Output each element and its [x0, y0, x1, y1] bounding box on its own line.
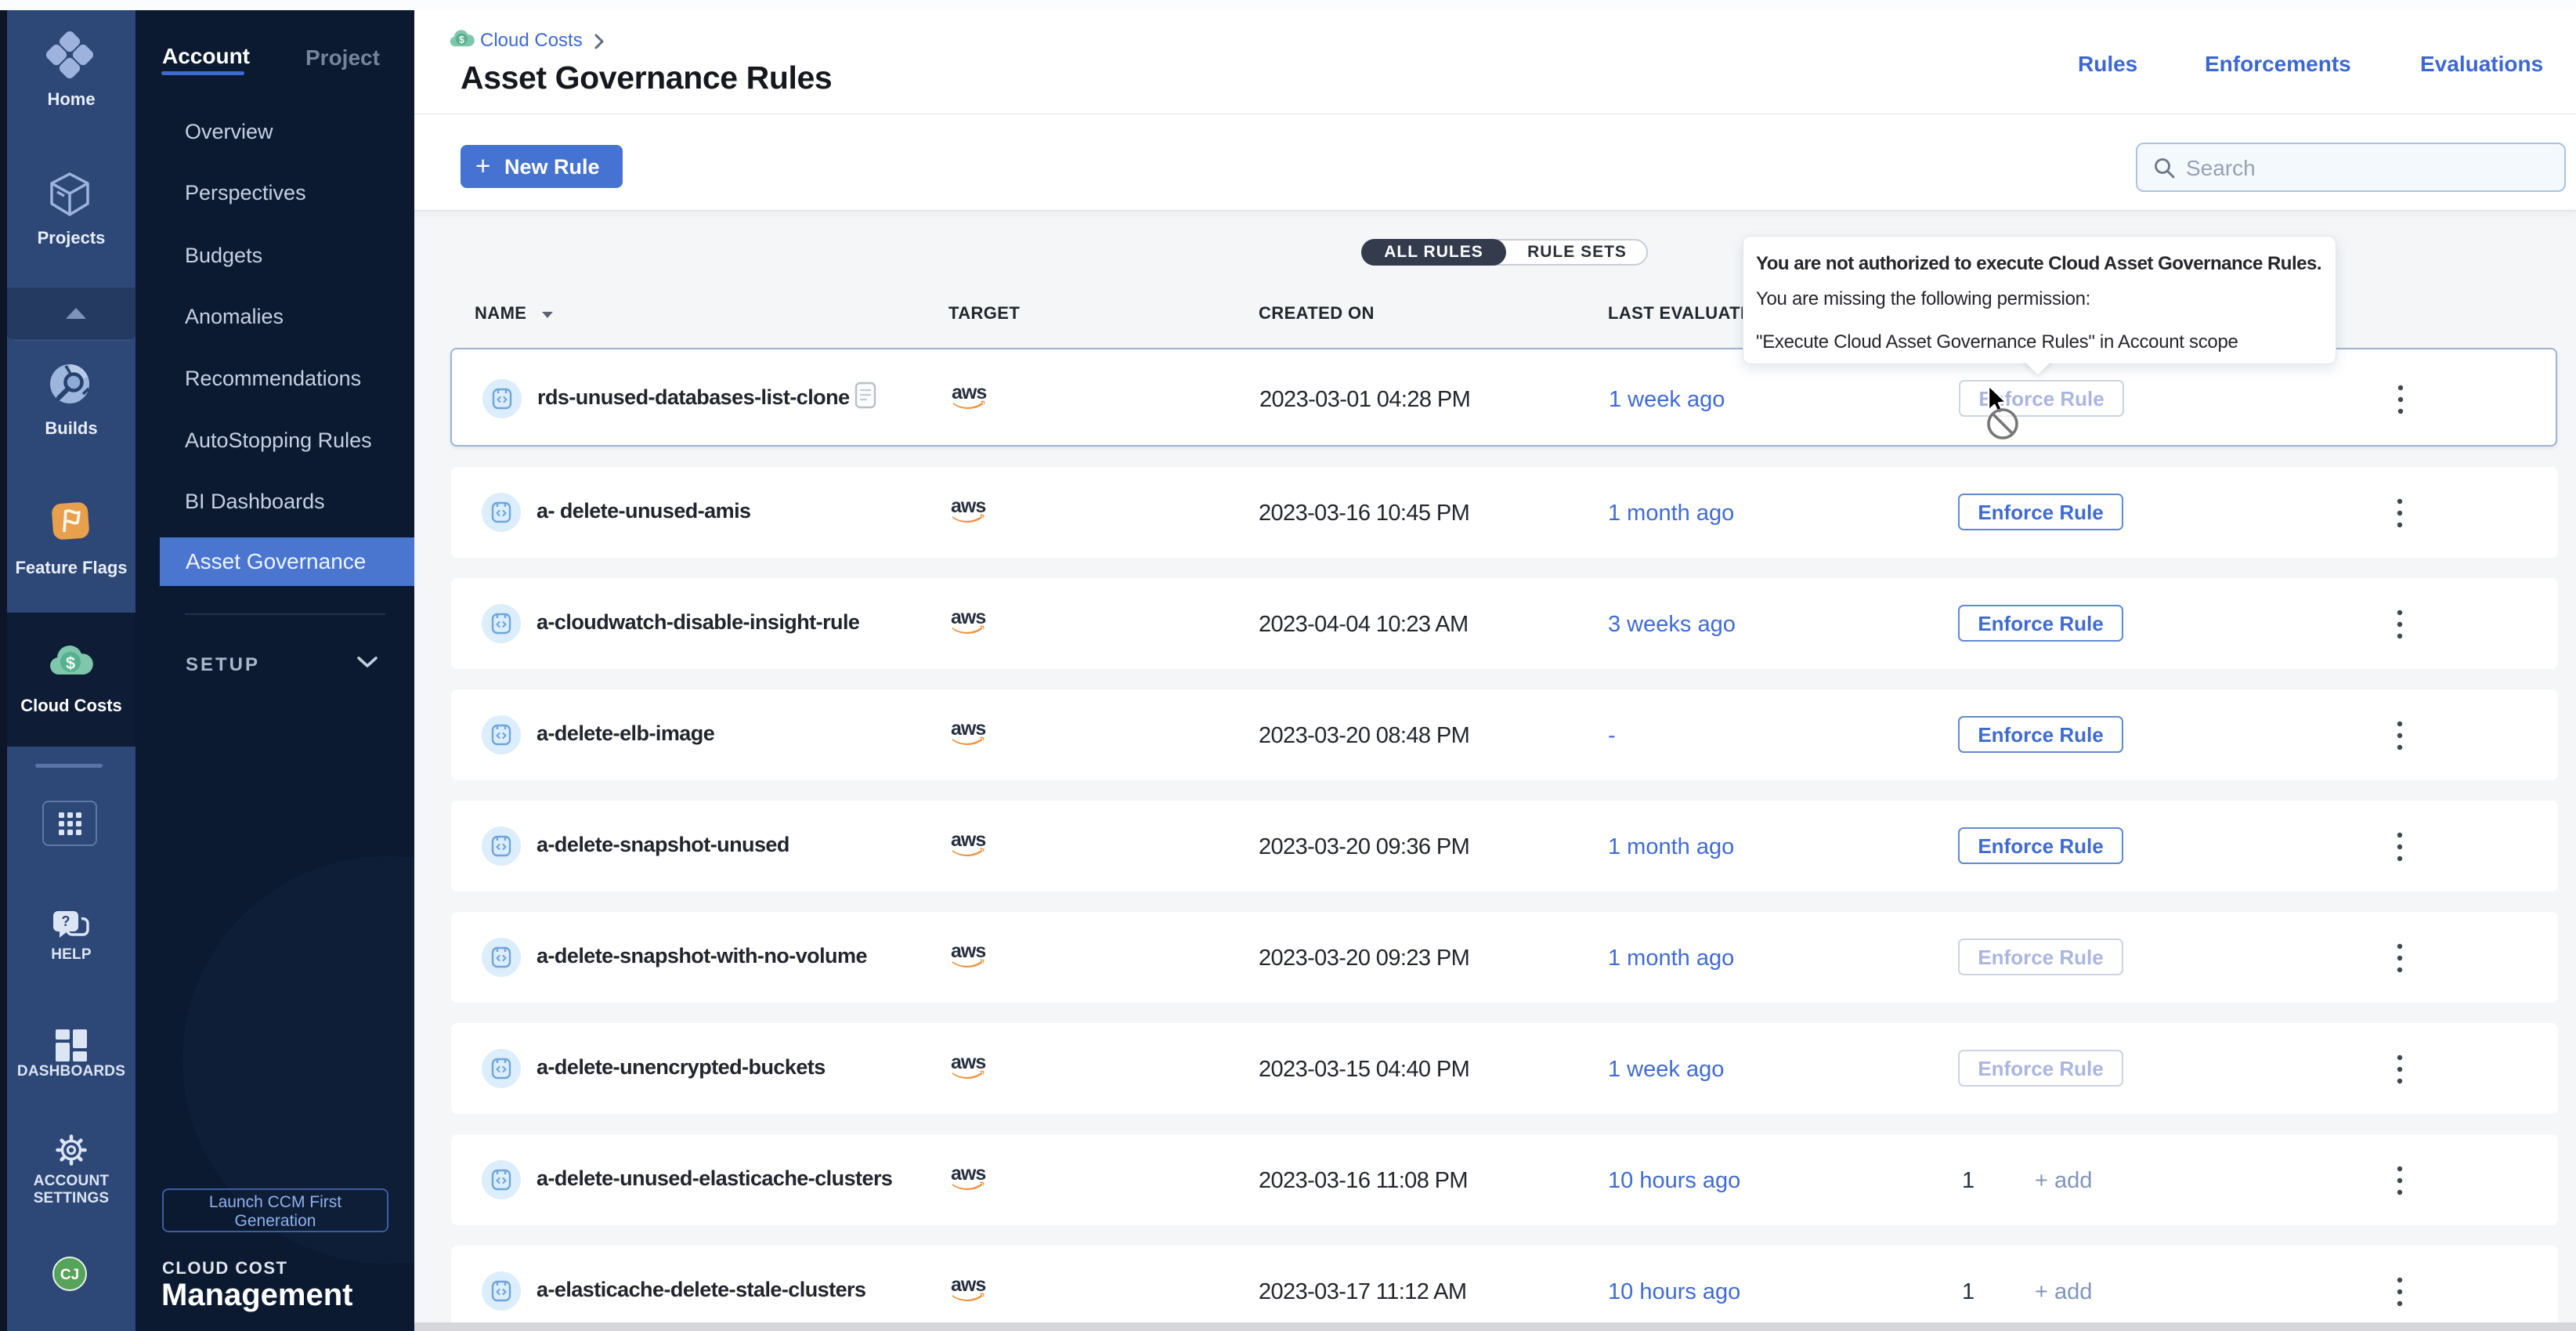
svg-text:aws: aws [951, 829, 985, 851]
svg-text:$: $ [459, 34, 464, 45]
svg-text:aws: aws [951, 495, 985, 517]
svg-text:aws: aws [951, 1163, 985, 1185]
svg-text:aws: aws [951, 1274, 985, 1296]
svg-text:aws: aws [951, 718, 985, 740]
svg-text:aws: aws [951, 940, 985, 962]
svg-text:aws: aws [951, 606, 985, 628]
svg-text:?: ? [62, 913, 70, 929]
svg-text:aws: aws [951, 1051, 985, 1073]
svg-text:aws: aws [952, 382, 986, 403]
svg-text:$: $ [66, 653, 75, 673]
svg-text:CJ: CJ [60, 1267, 79, 1283]
